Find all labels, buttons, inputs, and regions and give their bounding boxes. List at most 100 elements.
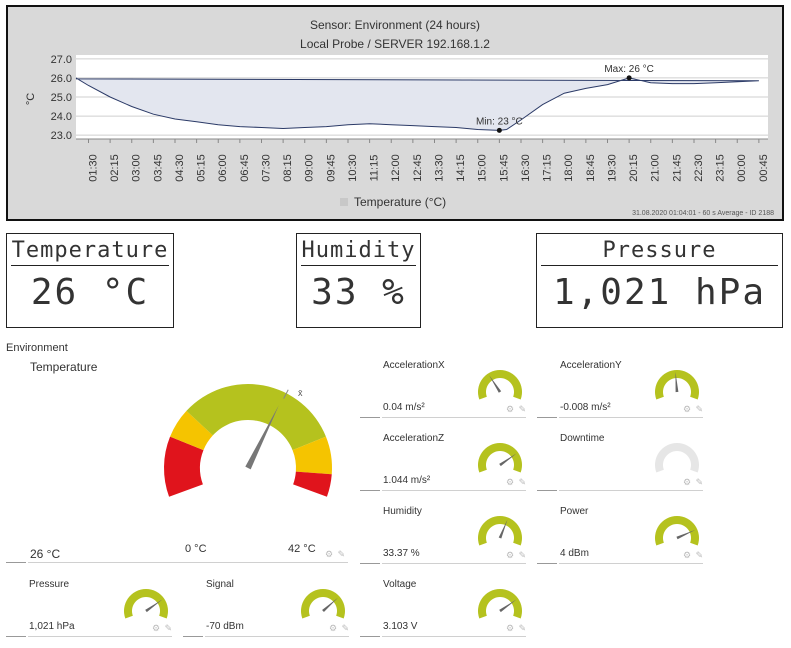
x-tick-label: 13:30 — [433, 154, 445, 182]
x-tick-label: 18:45 — [585, 154, 597, 182]
x-tick-label: 00:00 — [736, 154, 748, 182]
x-tick-label: 15:00 — [477, 154, 489, 182]
x-tick-label: 04:30 — [174, 154, 186, 182]
x-tick-label: 05:15 — [196, 154, 208, 182]
x-tick-label: 18:00 — [563, 154, 575, 182]
x-tick-label: 09:45 — [325, 154, 337, 182]
chart-footer: 31.08.2020 01:04:01 - 60 s Average - ID … — [632, 210, 774, 217]
gauge-name: AccelerationX — [383, 360, 445, 371]
y-tick-label: 25.0 — [51, 92, 72, 104]
y-tick-label: 27.0 — [51, 54, 72, 66]
lcd-title: Pressure — [541, 238, 778, 266]
x-tick-label: 01:30 — [87, 154, 99, 182]
tile-divider — [559, 417, 703, 418]
tile-divider — [559, 490, 703, 491]
x-tick-label: 16:30 — [520, 154, 532, 182]
legend-label[interactable]: Temperature (°C) — [354, 195, 446, 209]
gauge-needle — [322, 597, 338, 613]
tile-settings-icon[interactable]: ⚙ ✎ — [506, 623, 527, 634]
main-gauge-value: 26 °C — [30, 547, 61, 561]
gauge-arc — [301, 589, 345, 619]
tile-tick — [360, 636, 380, 637]
lcd-temperature: Temperature 26 °C — [6, 233, 174, 328]
tile-tick — [537, 490, 557, 491]
tile-settings-icon[interactable]: ⚙ ✎ — [506, 550, 527, 561]
tile-tick — [537, 563, 557, 564]
gauge-name: Signal — [206, 579, 234, 590]
tile-settings-icon[interactable]: ⚙ ✎ — [506, 404, 527, 415]
lcd-pressure: Pressure 1,021 hPa — [536, 233, 783, 328]
x-tick-label: 23:15 — [715, 154, 727, 182]
tile-tick — [360, 490, 380, 491]
gauge-band — [293, 471, 332, 497]
tile-tick — [6, 562, 26, 563]
x-tick-label: 09:00 — [304, 154, 316, 182]
temperature-gauge: x̄ — [164, 384, 332, 497]
gauge-value: 33.37 % — [383, 548, 420, 559]
gauge-name: Voltage — [383, 579, 417, 590]
min-marker — [496, 127, 502, 133]
x-tick-label: 06:00 — [217, 154, 229, 182]
tile-settings-icon[interactable]: ⚙ ✎ — [506, 477, 527, 488]
mean-marker: x̄ — [298, 388, 303, 398]
gauge-value: 1.044 m/s² — [383, 475, 431, 486]
tile-settings-icon[interactable]: ⚙ ✎ — [683, 550, 704, 561]
tile-divider — [382, 417, 526, 418]
x-tick-label: 03:00 — [131, 154, 143, 182]
tile-settings-icon[interactable]: ⚙ ✎ — [683, 477, 704, 488]
gauge-value: 4 dBm — [560, 548, 589, 559]
x-tick-label: 10:30 — [347, 154, 359, 182]
tile-settings-icon[interactable]: ⚙ ✎ — [152, 623, 173, 634]
y-tick-label: 24.0 — [51, 111, 72, 123]
tile-divider — [28, 562, 348, 563]
gauge-arc — [478, 589, 522, 619]
x-tick-label: 07:30 — [260, 154, 272, 182]
tile-settings-icon[interactable]: ⚙ ✎ — [325, 549, 346, 560]
x-tick-label: 03:45 — [152, 154, 164, 182]
y-axis-label: °C — [25, 93, 37, 105]
gauge-name: Downtime — [560, 433, 605, 444]
gauge-arc — [655, 443, 699, 473]
x-tick-label: 22:30 — [693, 154, 705, 182]
lcd-title: Temperature — [11, 238, 169, 266]
lcd-value: 33 % — [311, 272, 406, 313]
tile-tick — [537, 417, 557, 418]
main-gauge-name: Temperature — [30, 360, 98, 374]
gauge-min-label: 0 °C — [185, 543, 207, 555]
lcd-value: 1,021 hPa — [552, 272, 767, 313]
tile-settings-icon[interactable]: ⚙ ✎ — [329, 623, 350, 634]
x-tick-label: 14:15 — [455, 154, 467, 182]
gauge-arc — [478, 370, 522, 400]
tile-divider — [382, 490, 526, 491]
x-tick-label: 08:15 — [282, 154, 294, 182]
temperature-chart[interactable]: 23.0 24.0 25.0 26.0 27.0 01:30 02:15 03:00 03:4… — [8, 7, 782, 219]
gauge-arc — [478, 443, 522, 473]
tile-tick — [183, 636, 203, 637]
gauge-name: Humidity — [383, 506, 422, 517]
gauge-name: Power — [560, 506, 589, 517]
x-tick-label: 19:30 — [606, 154, 618, 182]
x-tick-label: 11:15 — [369, 155, 381, 182]
min-label: Min: 23 °C — [476, 116, 523, 127]
history-chart-panel: Sensor: Environment (24 hours) Local Pro… — [6, 5, 784, 221]
x-tick-label: 12:45 — [412, 154, 424, 182]
x-tick-label: 15:45 — [498, 154, 510, 182]
x-tick-label: 06:45 — [239, 154, 251, 182]
lcd-humidity: Humidity 33 % — [296, 233, 421, 328]
tile-divider — [382, 563, 526, 564]
lcd-value: 26 °C — [30, 272, 150, 313]
tile-tick — [6, 636, 26, 637]
tile-settings-icon[interactable]: ⚙ ✎ — [683, 404, 704, 415]
gauge-value: 3.103 V — [383, 621, 418, 632]
tile-divider — [382, 636, 526, 637]
gauge-arc — [478, 516, 522, 546]
tile-divider — [559, 563, 703, 564]
gauge-value: 1,021 hPa — [29, 621, 75, 632]
gauge-name: AccelerationZ — [383, 433, 445, 444]
x-tick-label: 12:00 — [390, 154, 402, 182]
tile-divider — [28, 636, 172, 637]
gauge-value: -0.008 m/s² — [560, 402, 611, 413]
gauge-name: AccelerationY — [560, 360, 622, 371]
lcd-title: Humidity — [301, 238, 416, 266]
gauge-arc — [124, 589, 168, 619]
